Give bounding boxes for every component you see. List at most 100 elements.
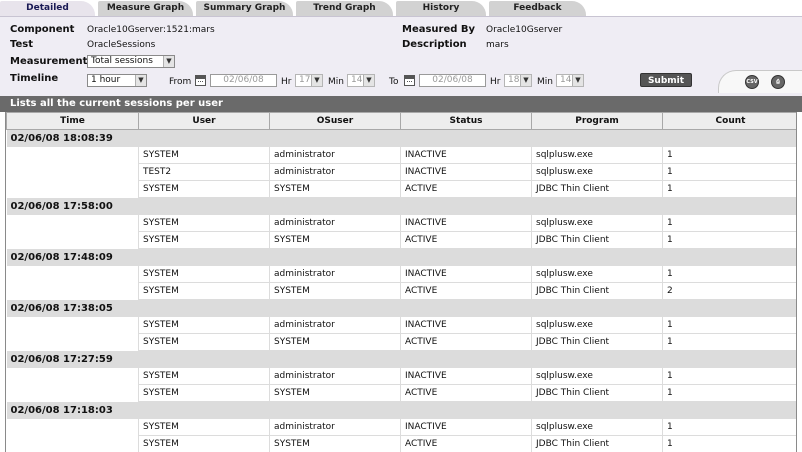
measured-by-value: Oracle10Gserver	[486, 25, 563, 35]
group-time: 02/06/08 17:58:00	[6, 197, 796, 215]
time-cell	[7, 368, 139, 385]
table-body: 02/06/08 18:08:39 SYSTEM administrator INAC…	[6, 129, 796, 452]
tab-trend-graph[interactable]: Trend Graph	[296, 1, 393, 16]
group-time: 02/06/08 18:08:39	[6, 129, 796, 147]
count-cell: 2	[662, 282, 796, 300]
chevron-down-icon: ▼	[311, 75, 322, 86]
program-cell: sqlplusw.exe	[531, 146, 663, 164]
status-cell: ACTIVE	[400, 282, 532, 300]
table-row: SYSTEM SYSTEM ACTIVE JDBC Thin Client 1	[7, 435, 796, 452]
column-header-count[interactable]: Count	[662, 112, 796, 130]
time-cell	[7, 181, 139, 198]
count-cell: 1	[662, 265, 796, 283]
table-row: SYSTEM administrator INACTIVE sqlplusw.exe 1	[7, 265, 796, 283]
time-cell	[7, 436, 139, 452]
from-date-input[interactable]: 02/06/08	[210, 74, 277, 87]
column-header-osuser[interactable]: OSuser	[269, 112, 401, 130]
column-header-program[interactable]: Program	[531, 112, 663, 130]
group-time: 02/06/08 17:48:09	[6, 248, 796, 266]
osuser-cell: administrator	[269, 316, 401, 334]
user-cell: SYSTEM	[138, 180, 270, 198]
group-time: 02/06/08 17:27:59	[6, 350, 796, 368]
timeline-select[interactable]: 1 hour ▼	[87, 74, 147, 87]
osuser-cell: SYSTEM	[269, 231, 401, 249]
component-label: Component	[10, 24, 75, 35]
calendar-icon[interactable]	[195, 75, 206, 86]
tab-feedback[interactable]: Feedback	[489, 1, 586, 16]
from-hour-value: 17	[299, 75, 311, 85]
calendar-icon[interactable]	[404, 75, 415, 86]
to-hr-label: Hr	[490, 77, 501, 87]
from-hour-select[interactable]: 17 ▼	[295, 74, 323, 87]
time-cell	[7, 283, 139, 300]
osuser-cell: administrator	[269, 367, 401, 385]
osuser-cell: SYSTEM	[269, 180, 401, 198]
sessions-table: Time User OSuser Status Program Count 02…	[6, 112, 796, 452]
status-cell: ACTIVE	[400, 435, 532, 452]
count-cell: 1	[662, 418, 796, 436]
component-value: Oracle10Gserver:1521:mars	[87, 25, 215, 35]
time-cell	[7, 266, 139, 283]
osuser-cell: administrator	[269, 214, 401, 232]
status-cell: INACTIVE	[400, 316, 532, 334]
time-cell	[7, 317, 139, 334]
from-min-label: Min	[328, 77, 344, 87]
status-cell: ACTIVE	[400, 231, 532, 249]
osuser-cell: SYSTEM	[269, 333, 401, 351]
program-cell: JDBC Thin Client	[531, 282, 663, 300]
table-row: SYSTEM administrator INACTIVE sqlplusw.exe 1	[7, 418, 796, 436]
column-header-user[interactable]: User	[138, 112, 270, 130]
measurement-select-value: Total sessions	[91, 56, 153, 66]
chevron-down-icon: ▼	[520, 75, 531, 86]
program-cell: sqlplusw.exe	[531, 163, 663, 181]
osuser-cell: SYSTEM	[269, 282, 401, 300]
csv-export-icon[interactable]: CSV	[745, 75, 759, 89]
tab-history[interactable]: History	[396, 1, 486, 16]
time-cell	[7, 232, 139, 249]
tab-measure-graph[interactable]: Measure Graph	[98, 1, 193, 16]
time-cell	[7, 215, 139, 232]
user-cell: SYSTEM	[138, 265, 270, 283]
status-cell: ACTIVE	[400, 333, 532, 351]
time-cell	[7, 334, 139, 351]
tab-summary-graph[interactable]: Summary Graph	[196, 1, 293, 16]
status-cell: INACTIVE	[400, 146, 532, 164]
to-date-input[interactable]: 02/06/08	[419, 74, 486, 87]
count-cell: 1	[662, 316, 796, 334]
program-cell: JDBC Thin Client	[531, 333, 663, 351]
program-cell: sqlplusw.exe	[531, 367, 663, 385]
print-icon[interactable]: ⎙	[771, 75, 785, 89]
group-row: 02/06/08 17:58:00	[6, 197, 796, 215]
table-row: TEST2 administrator INACTIVE sqlplusw.exe 1	[7, 163, 796, 181]
table-row: SYSTEM administrator INACTIVE sqlplusw.exe 1	[7, 146, 796, 164]
status-cell: INACTIVE	[400, 418, 532, 436]
table-row: SYSTEM administrator INACTIVE sqlplusw.exe 1	[7, 316, 796, 334]
program-cell: JDBC Thin Client	[531, 384, 663, 402]
from-minute-select[interactable]: 14 ▼	[347, 74, 375, 87]
count-cell: 1	[662, 384, 796, 402]
table-row: SYSTEM administrator INACTIVE sqlplusw.exe 1	[7, 214, 796, 232]
to-hour-select[interactable]: 18 ▼	[504, 74, 532, 87]
chevron-down-icon: ▼	[572, 75, 583, 86]
measurement-select[interactable]: Total sessions ▼	[87, 55, 175, 68]
user-cell: SYSTEM	[138, 282, 270, 300]
submit-button[interactable]: Submit	[640, 73, 692, 87]
program-cell: JDBC Thin Client	[531, 231, 663, 249]
test-value: OracleSessions	[87, 40, 156, 50]
chevron-down-icon: ▼	[363, 75, 374, 86]
export-toolbar: CSV ⎙	[718, 70, 802, 93]
section-title: Lists all the current sessions per user	[0, 96, 802, 112]
to-minute-select[interactable]: 14 ▼	[556, 74, 584, 87]
program-cell: sqlplusw.exe	[531, 265, 663, 283]
status-cell: INACTIVE	[400, 367, 532, 385]
from-hr-label: Hr	[281, 77, 292, 87]
user-cell: SYSTEM	[138, 367, 270, 385]
status-cell: INACTIVE	[400, 163, 532, 181]
table-row: SYSTEM SYSTEM ACTIVE JDBC Thin Client 1	[7, 333, 796, 351]
test-label: Test	[10, 39, 34, 50]
column-header-status[interactable]: Status	[400, 112, 532, 130]
group-time: 02/06/08 17:38:05	[6, 299, 796, 317]
program-cell: sqlplusw.exe	[531, 214, 663, 232]
column-header-time[interactable]: Time	[6, 112, 139, 130]
tab-detailed-diagnosis[interactable]: Detailed Diagnosis	[0, 1, 95, 28]
